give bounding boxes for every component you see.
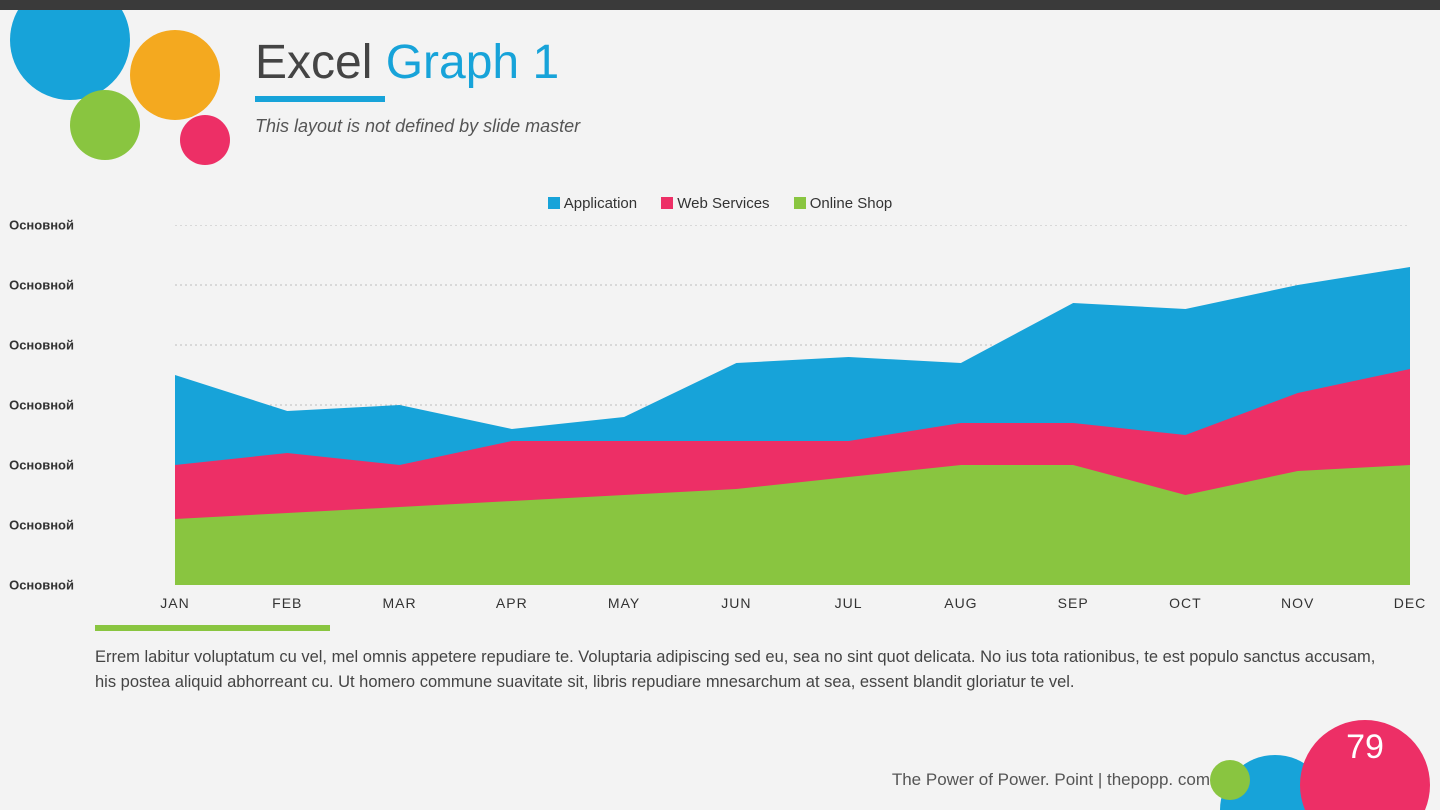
page-number: 79 — [1346, 728, 1384, 767]
legend-item-webservices: Web Services — [661, 195, 769, 212]
slide-top-bar — [0, 0, 1440, 10]
x-axis-tick-label: MAY — [608, 595, 640, 611]
decorative-circle-pink — [180, 115, 230, 165]
y-axis-tick-label: Основной — [9, 518, 80, 533]
y-axis-tick-label: Основной — [9, 338, 80, 353]
chart-area: ОсновнойОсновнойОсновнойОсновнойОсновной… — [85, 225, 1410, 585]
y-axis-labels: ОсновнойОсновнойОсновнойОсновнойОсновной… — [80, 225, 170, 585]
title-underline — [255, 96, 385, 102]
chart-area-series — [175, 267, 1410, 585]
chart-svg — [175, 225, 1410, 585]
slide-title: Excel Graph 1 — [255, 35, 580, 90]
legend-item-application: Application — [548, 195, 637, 212]
x-axis-tick-label: AUG — [944, 595, 977, 611]
y-axis-tick-label: Основной — [9, 398, 80, 413]
body-text: Errem labitur voluptatum cu vel, mel omn… — [95, 645, 1380, 695]
y-axis-tick-label: Основной — [9, 578, 80, 593]
title-block: Excel Graph 1 This layout is not defined… — [255, 35, 580, 137]
footer-circle-green — [1210, 760, 1250, 800]
legend-item-onlineshop: Online Shop — [794, 195, 893, 212]
x-axis-labels: JANFEBMARAPRMAYJUNJULAUGSEPOCTNOVDEC — [85, 595, 1410, 615]
x-axis-tick-label: MAR — [382, 595, 416, 611]
page-number-badge: 79 — [1300, 720, 1430, 810]
legend-label: Web Services — [677, 195, 769, 212]
legend-swatch-green — [794, 197, 806, 209]
x-axis-tick-label: APR — [496, 595, 528, 611]
x-axis-tick-label: DEC — [1394, 595, 1427, 611]
slide: Excel Graph 1 This layout is not defined… — [0, 0, 1440, 810]
legend-label: Online Shop — [810, 195, 893, 212]
decorative-circle-orange — [130, 30, 220, 120]
legend-label: Application — [564, 195, 637, 212]
x-axis-tick-label: FEB — [272, 595, 302, 611]
title-part2: Graph 1 — [386, 36, 559, 89]
x-axis-tick-label: JAN — [160, 595, 189, 611]
x-axis-tick-label: JUL — [835, 595, 863, 611]
chart-plot — [175, 225, 1410, 585]
footer-text: The Power of Power. Point | thepopp. com — [892, 770, 1210, 790]
x-axis-tick-label: OCT — [1169, 595, 1202, 611]
x-axis-tick-label: NOV — [1281, 595, 1314, 611]
x-axis-tick-label: SEP — [1058, 595, 1089, 611]
chart-legend: Application Web Services Online Shop — [0, 195, 1440, 212]
y-axis-tick-label: Основной — [9, 278, 80, 293]
decorative-circle-blue — [10, 0, 130, 100]
y-axis-tick-label: Основной — [9, 218, 80, 233]
legend-swatch-blue — [548, 197, 560, 209]
legend-swatch-pink — [661, 197, 673, 209]
body-underline — [95, 625, 330, 631]
x-axis-tick-label: JUN — [721, 595, 751, 611]
y-axis-tick-label: Основной — [9, 458, 80, 473]
decorative-circle-green — [70, 90, 140, 160]
slide-subtitle: This layout is not defined by slide mast… — [255, 116, 580, 137]
title-part1: Excel — [255, 36, 386, 89]
